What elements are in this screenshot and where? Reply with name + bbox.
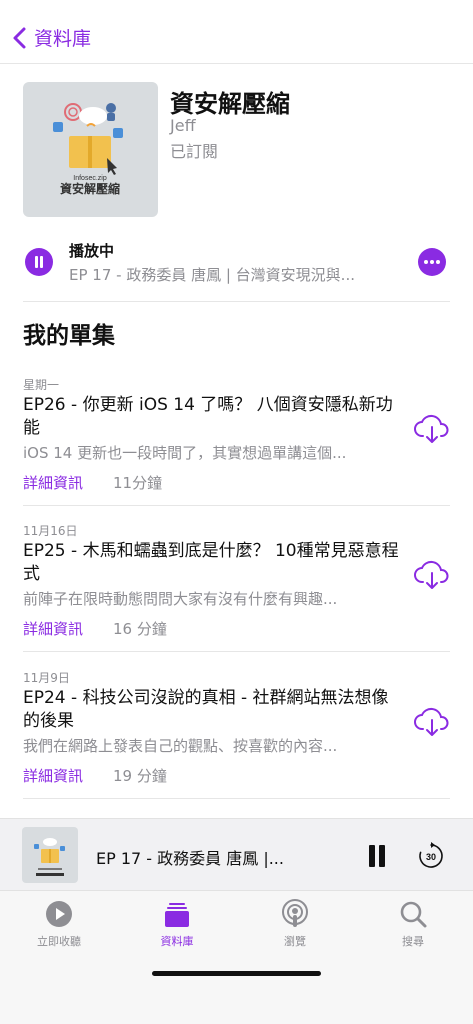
- pause-icon[interactable]: [366, 843, 388, 869]
- more-options-icon[interactable]: [418, 248, 446, 276]
- episode-details-link[interactable]: 詳細資訊: [23, 472, 83, 493]
- show-artwork[interactable]: Infosec.zip 資安解壓縮: [23, 82, 158, 217]
- cloud-download-icon[interactable]: [414, 560, 450, 592]
- podcast-icon: [282, 899, 308, 927]
- home-indicator[interactable]: [152, 971, 321, 976]
- tab-bar: 立即收聽 資料庫 瀏覽 搜尋: [0, 890, 473, 1024]
- search-icon: [400, 901, 427, 928]
- show-title: 資安解壓縮: [170, 90, 290, 118]
- episode-duration: 16 分鐘: [113, 620, 167, 638]
- cloud-download-icon[interactable]: [414, 414, 450, 446]
- artwork-big-text: 資安解壓縮: [60, 181, 120, 196]
- episode-description: 我們在網路上發表自己的觀點、按喜歡的內容...: [23, 737, 338, 755]
- skip-seconds-label: 30: [426, 852, 436, 862]
- episode-row[interactable]: 11月9日 EP24 - 科技公司沒說的真相 - 社群網站無法想像的後果 我們在…: [23, 651, 450, 799]
- tab-library[interactable]: 資料庫: [118, 899, 236, 949]
- episode-title[interactable]: EP26 - 你更新 iOS 14 了嗎？ 八個資安隱私新功能: [23, 394, 403, 440]
- section-title: 我的單集: [23, 323, 115, 349]
- episode-duration: 19 分鐘: [113, 767, 167, 785]
- play-circle-icon: [46, 901, 72, 927]
- episode-description: iOS 14 更新也一段時間了，其實想過單講這個...: [23, 444, 347, 462]
- tab-listen-now[interactable]: 立即收聽: [0, 899, 118, 949]
- pause-icon[interactable]: [25, 248, 53, 276]
- skip-forward-icon[interactable]: 30: [416, 841, 446, 871]
- episode-details-link[interactable]: 詳細資訊: [23, 618, 83, 639]
- artwork-illustration: Infosec.zip 資安解壓縮: [53, 103, 123, 196]
- episode-details-link[interactable]: 詳細資訊: [23, 765, 83, 786]
- artwork-thumbnail: [34, 838, 65, 876]
- episode-duration: 11分鐘: [113, 474, 163, 492]
- tab-search[interactable]: 搜尋: [354, 899, 472, 949]
- tab-label: 搜尋: [402, 935, 424, 948]
- episode-title[interactable]: EP24 - 科技公司沒說的真相 - 社群網站無法想像的後果: [23, 687, 403, 733]
- chevron-left-icon: [13, 27, 26, 48]
- tab-browse[interactable]: 瀏覽: [236, 899, 354, 949]
- subscription-status: 已訂閱: [170, 142, 219, 161]
- now-playing-row[interactable]: 播放中 EP 17 - 政務委員 唐鳳 | 台灣資安現況與...: [23, 238, 450, 302]
- episode-row[interactable]: 11月16日 EP25 - 木馬和蠕蟲到底是什麼？ 10種常見惡意程式 前陣子在…: [23, 504, 450, 652]
- now-playing-episode: EP 17 - 政務委員 唐鳳 | 台灣資安現況與...: [69, 266, 355, 284]
- back-button-label: 資料庫: [34, 28, 92, 50]
- episode-description: 前陣子在限時動態問問大家有沒有什麼有興趣...: [23, 590, 338, 608]
- mini-player[interactable]: EP 17 - 政務委員 唐鳳 |... 30: [0, 818, 473, 890]
- tab-label: 立即收聽: [37, 935, 81, 948]
- library-icon: [165, 903, 189, 927]
- episode-title[interactable]: EP25 - 木馬和蠕蟲到底是什麼？ 10種常見惡意程式: [23, 540, 403, 586]
- episode-date: 星期一: [23, 378, 60, 392]
- mini-player-artwork[interactable]: [22, 827, 78, 883]
- tab-label: 資料庫: [160, 935, 194, 948]
- tab-label: 瀏覽: [284, 935, 306, 948]
- episode-date: 11月16日: [23, 524, 78, 538]
- artwork-small-text: Infosec.zip: [73, 175, 107, 182]
- back-button[interactable]: 資料庫: [12, 24, 91, 51]
- cloud-download-icon[interactable]: [414, 707, 450, 739]
- show-author[interactable]: Jeff: [170, 116, 196, 135]
- mini-player-title: EP 17 - 政務委員 唐鳳 |...: [96, 849, 284, 868]
- now-playing-label: 播放中: [69, 242, 115, 260]
- episode-date: 11月9日: [23, 671, 70, 685]
- episode-row[interactable]: 星期一 EP26 - 你更新 iOS 14 了嗎？ 八個資安隱私新功能 iOS …: [23, 358, 450, 506]
- navigation-bar: 資料庫: [0, 0, 473, 64]
